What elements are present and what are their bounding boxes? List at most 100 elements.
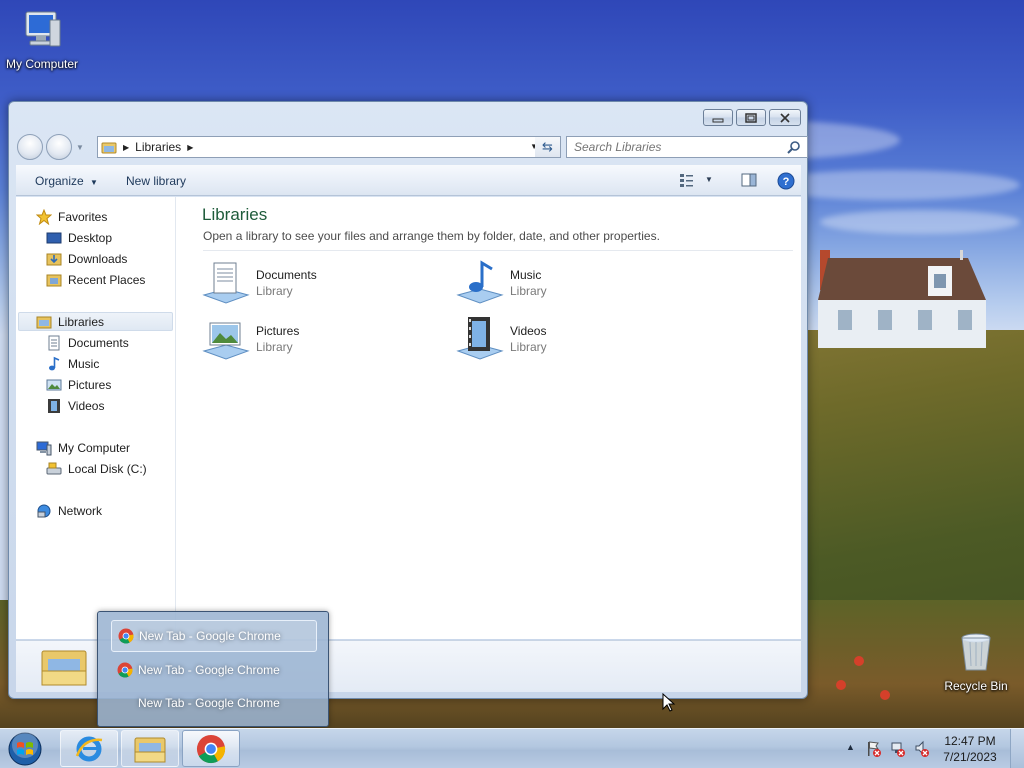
popup-item-chrome-window[interactable]: New Tab - Google Chrome [111, 620, 317, 652]
view-dropdown-icon[interactable]: ▼ [705, 175, 713, 184]
library-item-music[interactable]: Music Library [456, 259, 686, 309]
nav-item-videos[interactable]: Videos [46, 396, 104, 415]
nav-label: Music [68, 356, 100, 371]
blank-icon [117, 695, 133, 711]
popup-item-label: New Tab - Google Chrome [139, 629, 281, 643]
maximize-button[interactable] [736, 109, 766, 126]
taskbar-google-chrome[interactable] [182, 730, 240, 767]
chrome-icon [117, 662, 133, 678]
navigation-pane: Favorites Desktop Downloads Recent Place… [16, 197, 176, 639]
library-name: Music [510, 268, 542, 282]
help-icon: ? [777, 172, 795, 190]
desktop-icon-my-computer[interactable]: My Computer [0, 8, 84, 71]
recent-pages-dropdown[interactable]: ▼ [76, 143, 84, 152]
volume-muted-icon[interactable] [914, 740, 930, 758]
chrome-icon [118, 628, 134, 644]
network-status-icon[interactable] [890, 740, 906, 758]
documents-library-icon [202, 262, 250, 304]
taskbar: ▲ 12:47 PM 7/21/2023 [0, 728, 1024, 768]
nav-label: Favorites [58, 209, 108, 224]
library-name: Pictures [256, 324, 300, 338]
content-area: Favorites Desktop Downloads Recent Place… [16, 197, 801, 639]
new-library-button[interactable]: New library [126, 174, 186, 188]
nav-label: Libraries [58, 314, 105, 329]
show-hidden-icons-button[interactable]: ▲ [846, 742, 855, 752]
taskbar-windows-explorer[interactable] [121, 730, 179, 767]
libraries-folder-icon [101, 142, 117, 154]
preview-pane-icon [741, 173, 757, 187]
breadcrumb-libraries[interactable]: Libraries [135, 140, 181, 154]
nav-item-pictures[interactable]: Pictures [46, 375, 111, 394]
clock[interactable]: 12:47 PM 7/21/2023 [940, 733, 1000, 765]
change-view-button[interactable] [679, 172, 695, 191]
lighthouse-house [818, 250, 986, 348]
nav-item-my-computer[interactable]: My Computer [36, 438, 130, 457]
nav-item-favorites[interactable]: Favorites [36, 207, 107, 226]
videos-icon [48, 398, 60, 413]
recycle-bin-icon [961, 633, 991, 671]
clock-time: 12:47 PM [944, 734, 996, 748]
recent-places-icon [46, 274, 62, 286]
search-icon[interactable] [787, 140, 801, 154]
page-subtitle: Open a library to see your files and arr… [203, 229, 660, 243]
organize-button[interactable]: Organize ▼ [35, 174, 98, 188]
nav-item-local-disk[interactable]: Local Disk (C:) [46, 459, 147, 478]
address-bar[interactable]: ▶ Libraries ▶ ▼ [97, 136, 543, 158]
nav-item-downloads[interactable]: Downloads [46, 249, 127, 268]
star-icon [36, 208, 52, 225]
nav-item-documents[interactable]: Documents [46, 333, 129, 352]
taskbar-internet-explorer[interactable] [60, 730, 118, 767]
divider [203, 250, 793, 251]
organize-label: Organize [35, 174, 84, 188]
network-icon [37, 504, 51, 517]
nav-item-recent-places[interactable]: Recent Places [46, 270, 145, 289]
downloads-folder-icon [46, 253, 62, 265]
library-item-videos[interactable]: Videos Library [456, 315, 686, 365]
nav-label: My Computer [58, 440, 131, 455]
nav-label: Downloads [68, 251, 128, 266]
search-input[interactable] [574, 140, 774, 154]
documents-icon [48, 335, 60, 350]
popup-item-chrome-window[interactable]: New Tab - Google Chrome [111, 654, 317, 686]
help-button[interactable]: ? [777, 172, 795, 193]
forward-button[interactable] [46, 134, 72, 160]
library-item-documents[interactable]: Documents Library [202, 259, 432, 309]
nav-item-network[interactable]: Network [36, 501, 102, 520]
action-center-flag-icon[interactable] [866, 740, 882, 758]
breadcrumb-separator-icon[interactable]: ▶ [187, 143, 193, 152]
caption-buttons [703, 109, 801, 126]
breadcrumb-separator-icon[interactable]: ▶ [123, 143, 129, 152]
close-button[interactable] [769, 109, 801, 126]
minimize-icon [712, 118, 724, 122]
nav-item-desktop[interactable]: Desktop [46, 228, 112, 247]
system-tray: ▲ 12:47 PM 7/21/2023 [840, 729, 1024, 768]
videos-library-icon [456, 317, 504, 360]
file-list-pane: Libraries Open a library to see your fil… [186, 197, 801, 639]
libraries-folder-icon [41, 650, 87, 686]
show-desktop-button[interactable] [1010, 729, 1024, 768]
nav-label: Local Disk (C:) [68, 461, 147, 476]
desktop-icon-recycle-bin[interactable]: Recycle Bin [934, 630, 1018, 693]
svg-text:?: ? [783, 176, 790, 188]
nav-item-music[interactable]: Music [46, 354, 99, 373]
search-box[interactable] [566, 136, 808, 158]
computer-icon [25, 11, 61, 47]
refresh-icon: ⇆ [542, 139, 553, 154]
minimize-button[interactable] [703, 109, 733, 126]
popup-item-chrome-window[interactable]: New Tab - Google Chrome [111, 687, 317, 719]
refresh-button[interactable]: ⇆ [535, 136, 561, 158]
nav-item-libraries[interactable]: Libraries [18, 312, 173, 331]
back-button[interactable] [17, 134, 43, 160]
start-button[interactable] [6, 731, 44, 767]
preview-pane-button[interactable] [741, 172, 757, 191]
popup-item-label: New Tab - Google Chrome [138, 663, 280, 677]
nav-label: Pictures [68, 377, 112, 392]
desktop-icon-label: My Computer [5, 57, 79, 71]
navigation-row: ▼ ▶ Libraries ▶ ▼ ⇆ [17, 133, 808, 161]
nav-label: Desktop [68, 230, 113, 245]
library-kind: Library [510, 340, 547, 354]
nav-label: Videos [68, 398, 105, 413]
library-item-pictures[interactable]: Pictures Library [202, 315, 432, 365]
maximize-icon [745, 112, 757, 123]
nav-label: Network [58, 503, 103, 518]
